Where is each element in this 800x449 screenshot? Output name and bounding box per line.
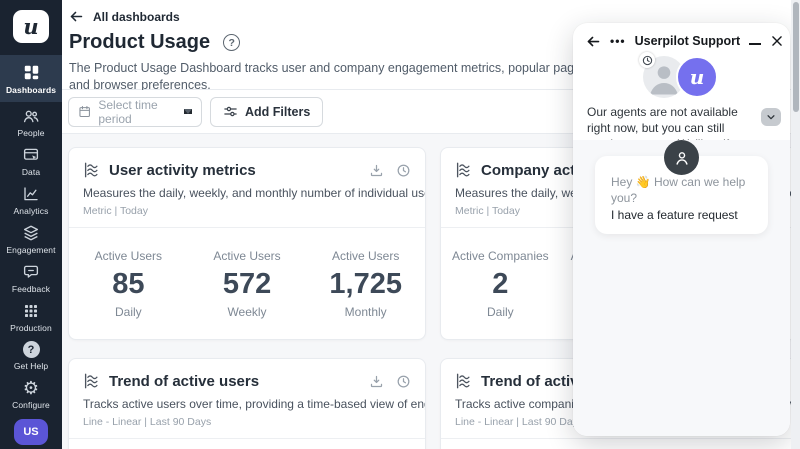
card-user-activity-metrics: User activity metrics Measures the daily… — [68, 147, 426, 340]
chevron-down-icon — [184, 109, 192, 114]
analytics-icon — [22, 185, 40, 203]
chat-header: ••• Userpilot Support — [573, 23, 790, 59]
clock-icon — [642, 55, 653, 66]
metric-wave-icon — [83, 372, 101, 390]
breadcrumb[interactable]: All dashboards — [69, 9, 180, 24]
metric-wave-icon — [83, 161, 101, 179]
back-arrow-icon — [69, 9, 84, 24]
person-icon — [673, 149, 691, 167]
dashboards-icon — [22, 63, 41, 82]
visitor-reply: I have a feature request — [611, 207, 752, 223]
chat-back-button[interactable] — [586, 34, 601, 49]
sidebar-item-label: Get Help — [14, 361, 48, 371]
download-icon[interactable] — [369, 374, 384, 389]
sidebar-item-production[interactable]: Production — [0, 298, 62, 336]
away-clock-badge — [639, 52, 655, 68]
page-scrollbar — [791, 0, 800, 449]
sidebar-item-label: Feedback — [12, 284, 50, 294]
metric-label: Active Users — [306, 249, 425, 263]
card-meta: Metric | Today — [69, 200, 425, 227]
add-filters-label: Add Filters — [245, 105, 310, 119]
sidebar-item-data[interactable]: Data — [0, 142, 62, 180]
metric-label: Active Users — [188, 249, 307, 263]
calendar-icon — [78, 104, 91, 119]
card-description: Tracks active users over time, providing… — [69, 390, 425, 411]
chat-title: Userpilot Support — [635, 34, 741, 48]
sidebar-item-engagement[interactable]: Engagement — [0, 220, 62, 258]
app-window: u Dashboards People Data — [0, 0, 800, 449]
sidebar-item-label: Configure — [12, 400, 50, 410]
metric-weekly-active-users: Active Users 572 Weekly — [188, 249, 307, 319]
filter-sliders-icon — [223, 104, 238, 119]
page-title: Product Usage — [69, 31, 210, 54]
metric-value: 85 — [69, 268, 188, 301]
sidebar-item-label: Analytics — [14, 206, 49, 216]
chevron-down-icon — [766, 112, 776, 122]
chat-minimize-button[interactable] — [749, 43, 761, 45]
user-avatar[interactable]: US — [14, 419, 48, 445]
data-icon — [22, 146, 40, 164]
card-title: Trend of active users — [109, 373, 361, 390]
metric-period: Weekly — [188, 305, 307, 319]
logo-glyph: u — [690, 65, 705, 89]
chat-close-button[interactable] — [770, 34, 784, 48]
sidebar-item-label: Data — [22, 167, 40, 177]
time-period-placeholder: Select time period — [98, 98, 184, 126]
download-icon[interactable] — [369, 163, 384, 178]
scrollbar-thumb[interactable] — [793, 2, 799, 112]
people-icon — [22, 107, 40, 125]
metric-wave-icon — [455, 161, 473, 179]
userpilot-bot-avatar: u — [676, 56, 718, 98]
metric-daily-active-companies: Active Companies 2 Daily — [441, 249, 560, 319]
chart-legend: Daily Weekly Monthly — [69, 439, 425, 449]
gear-icon: ⚙ — [23, 379, 39, 397]
metric-value: 1,725 — [306, 268, 425, 301]
metric-wave-icon — [455, 372, 473, 390]
feedback-bubble-icon — [22, 263, 40, 281]
sidebar-item-configure[interactable]: ⚙ Configure — [0, 375, 62, 413]
clock-icon[interactable] — [396, 374, 411, 389]
sidebar-item-dashboards[interactable]: Dashboards — [0, 55, 62, 102]
engagement-layers-icon — [22, 224, 40, 242]
card-trend-active-users: Trend of active users Tracks active user… — [68, 358, 426, 449]
breadcrumb-label: All dashboards — [93, 10, 180, 24]
chat-conversation: Hey 👋 How can we help you? I have a feat… — [573, 140, 790, 436]
add-filters-button[interactable]: Add Filters — [210, 97, 323, 127]
card-title: User activity metrics — [109, 162, 361, 179]
notify-expand-button[interactable] — [761, 108, 781, 126]
card-meta: Line - Linear | Last 90 Days — [69, 411, 425, 438]
help-question-icon: ? — [23, 341, 40, 358]
sidebar-item-label: Dashboards — [6, 85, 56, 95]
sidebar: u Dashboards People Data — [0, 0, 62, 449]
metric-label: Active Companies — [441, 249, 560, 263]
clock-icon[interactable] — [396, 163, 411, 178]
chart-legend: Daily Weekly Monthly — [441, 439, 797, 449]
sidebar-item-label: Production — [10, 323, 52, 333]
page-help-icon[interactable]: ? — [223, 34, 240, 51]
logo-glyph: u — [23, 14, 38, 39]
sidebar-item-feedback[interactable]: Feedback — [0, 259, 62, 297]
metric-label: Active Users — [69, 249, 188, 263]
metric-period: Monthly — [306, 305, 425, 319]
chat-widget: ••• Userpilot Support u Our agents are n… — [573, 23, 790, 436]
sidebar-item-people[interactable]: People — [0, 103, 62, 141]
sidebar-item-analytics[interactable]: Analytics — [0, 181, 62, 219]
metric-value: 2 — [441, 268, 560, 301]
time-period-select[interactable]: Select time period — [68, 97, 202, 127]
metric-period: Daily — [69, 305, 188, 319]
metric-period: Daily — [441, 305, 560, 319]
metric-value: 572 — [188, 268, 307, 301]
metric-daily-active-users: Active Users 85 Daily — [69, 249, 188, 319]
card-description: Measures the daily, weekly, and monthly … — [69, 179, 425, 200]
metric-monthly-active-users: Active Users 1,725 Monthly — [306, 249, 425, 319]
production-grid-icon — [22, 302, 40, 320]
chat-menu-button[interactable]: ••• — [610, 34, 626, 48]
sidebar-item-label: Engagement — [6, 245, 55, 255]
sidebar-item-label: People — [17, 128, 44, 138]
bot-greeting: Hey 👋 How can we help you? — [611, 174, 752, 206]
sidebar-item-get-help[interactable]: ? Get Help — [0, 337, 62, 374]
userpilot-logo[interactable]: u — [13, 10, 49, 43]
bot-message-avatar — [664, 140, 699, 175]
